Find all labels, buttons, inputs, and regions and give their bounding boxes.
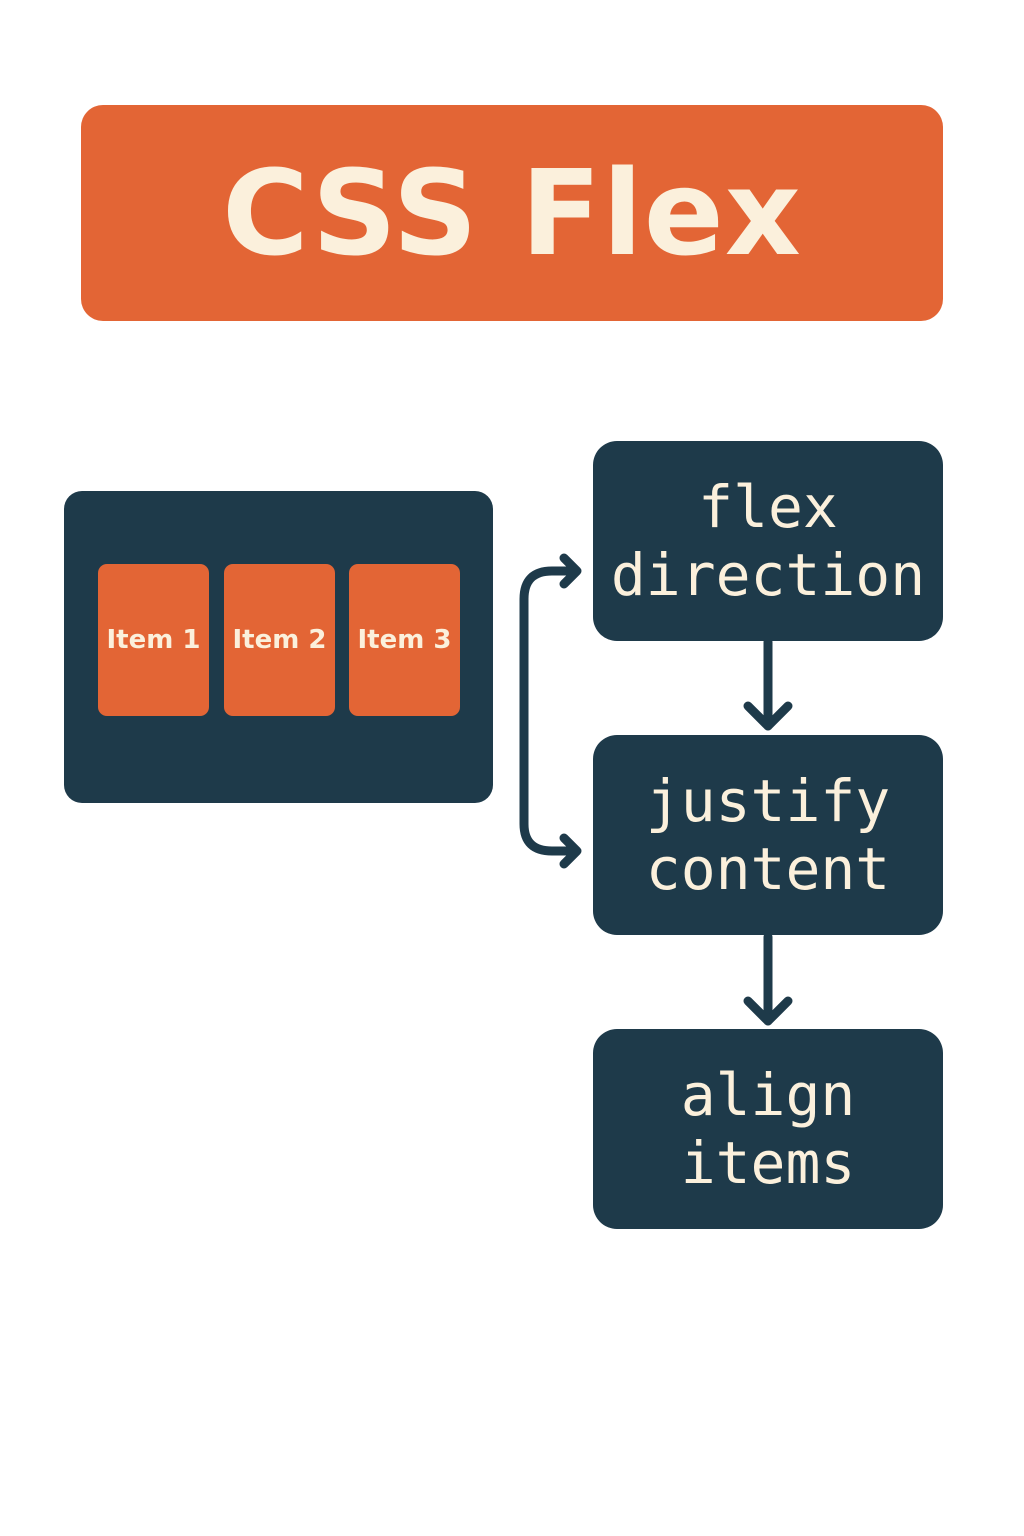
step-label: flex direction (610, 473, 926, 609)
flex-item-2: Item 2 (224, 564, 335, 716)
title-banner: CSS Flex (81, 105, 943, 321)
step-flex-direction: flex direction (593, 441, 943, 641)
step-justify-content: justify content (593, 735, 943, 935)
bracket-arrowhead-top (559, 553, 582, 589)
flex-item-1: Item 1 (98, 564, 209, 716)
down-arrow-1-head (743, 701, 793, 731)
step-label: align items (680, 1061, 856, 1197)
bracket-connector (519, 566, 581, 856)
flex-item-label: Item 2 (232, 625, 327, 655)
flex-item-label: Item 3 (357, 625, 452, 655)
step-label: justify content (645, 767, 891, 903)
bracket-arrowhead-bottom (559, 833, 582, 869)
down-arrow-2-head (743, 996, 793, 1026)
page-title: CSS Flex (222, 144, 802, 282)
step-align-items: align items (593, 1029, 943, 1229)
flex-item-3: Item 3 (349, 564, 460, 716)
flex-container-diagram: Item 1 Item 2 Item 3 (64, 491, 493, 803)
flex-item-label: Item 1 (106, 625, 201, 655)
